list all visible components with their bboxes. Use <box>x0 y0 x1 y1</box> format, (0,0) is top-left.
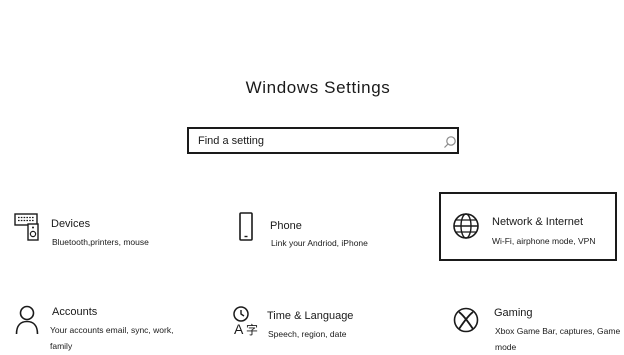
time-language-icon: A 字 <box>233 306 258 337</box>
svg-text:A: A <box>234 321 244 337</box>
page-title: Windows Settings <box>245 78 391 97</box>
tile-accounts-description: Your accounts email, sync, work, family <box>50 325 174 351</box>
search-input[interactable] <box>198 132 426 150</box>
tile-time-language[interactable]: A 字 Time & Language Speech, region, date <box>232 300 432 351</box>
phone-icon <box>239 212 253 241</box>
tile-phone[interactable]: Phone Link your Andriod, iPhone <box>232 206 432 260</box>
tile-time-language-description: Speech, region, date <box>268 329 347 339</box>
tile-network-internet[interactable]: Network & Internet Wi-Fi, airphone mode,… <box>439 192 617 261</box>
tile-devices-description: Bluetooth,printers, mouse <box>52 237 149 247</box>
tile-network-internet-description: Wi-Fi, airphone mode, VPN <box>492 236 596 246</box>
tile-accounts[interactable]: Accounts Your accounts email, sync, work… <box>10 300 210 351</box>
tile-devices-label: Devices <box>51 218 91 230</box>
tile-network-internet-label: Network & Internet <box>492 216 584 228</box>
svg-text:字: 字 <box>246 322 258 337</box>
tile-devices[interactable]: Devices Bluetooth,printers, mouse <box>10 206 210 260</box>
tile-phone-description: Link your Andriod, iPhone <box>271 238 368 248</box>
search-icon[interactable] <box>443 135 457 149</box>
tile-phone-label: Phone <box>270 220 302 232</box>
tile-accounts-label: Accounts <box>52 306 98 318</box>
person-icon <box>15 305 39 335</box>
xbox-icon <box>453 307 479 333</box>
tile-gaming-description: Xbox Game Bar, captures, Game mode <box>495 326 621 352</box>
tile-time-language-label: Time & Language <box>267 310 354 322</box>
globe-icon <box>453 213 479 239</box>
tile-gaming[interactable]: Gaming Xbox Game Bar, captures, Game mod… <box>452 300 624 352</box>
search-box[interactable] <box>187 127 459 154</box>
tile-gaming-label: Gaming <box>494 307 533 319</box>
devices-icon <box>14 213 39 241</box>
